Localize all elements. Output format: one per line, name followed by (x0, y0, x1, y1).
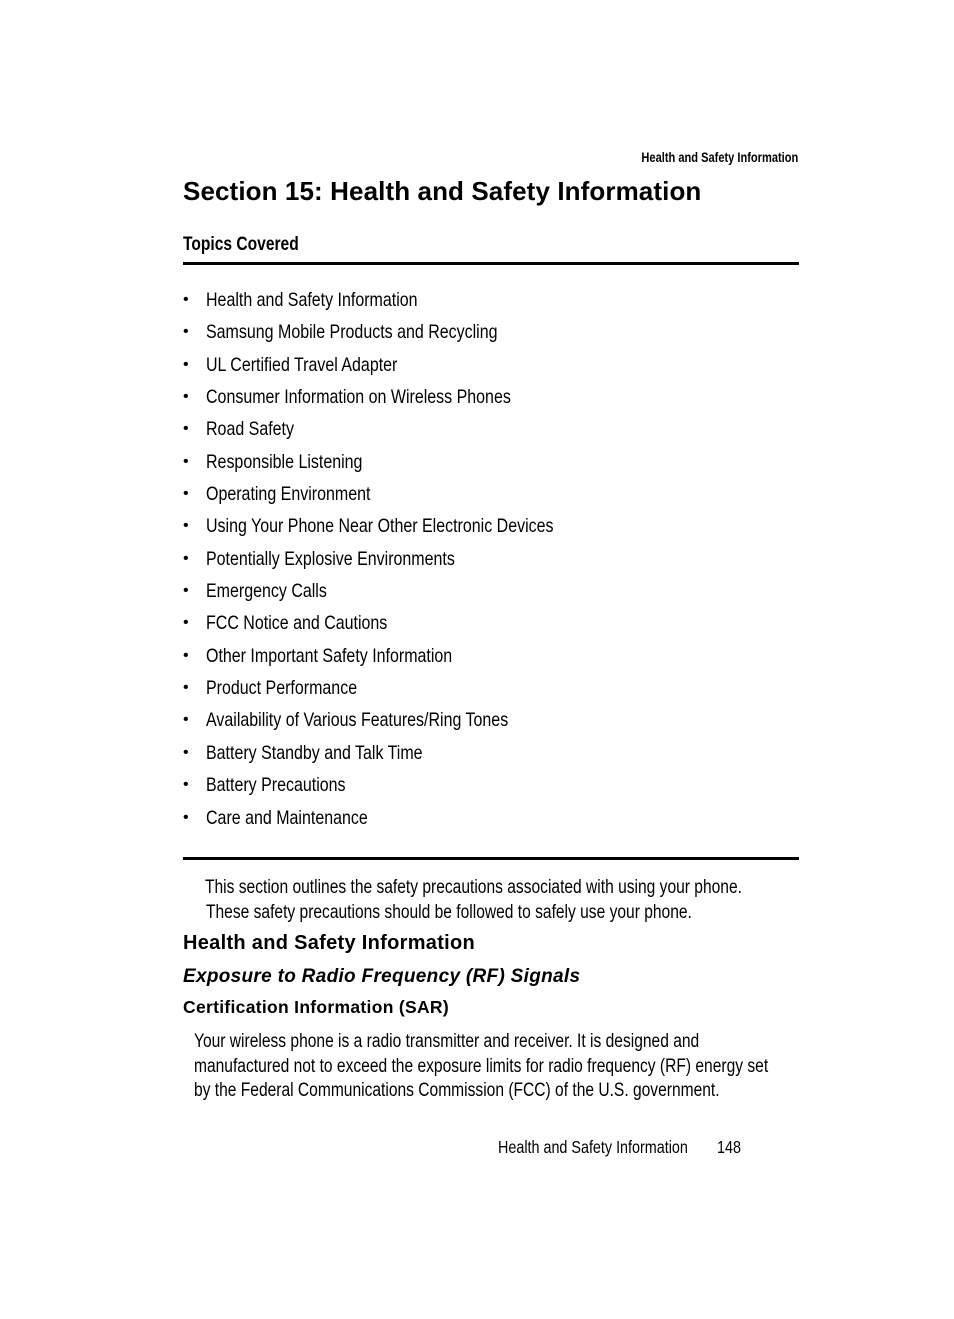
topic-label: Care and Maintenance (206, 806, 368, 829)
topic-label: Consumer Information on Wireless Phones (206, 386, 511, 409)
topic-label: Potentially Explosive Environments (206, 547, 455, 570)
bullet-icon: • (183, 711, 189, 729)
divider-top (183, 262, 799, 265)
topics-heading: Topics Covered (183, 234, 324, 256)
topic-label: Battery Precautions (206, 774, 346, 797)
topic-label: Battery Standby and Talk Time (206, 741, 423, 764)
bullet-icon: • (183, 452, 189, 470)
bullet-icon: • (183, 485, 189, 503)
footer-section-label: Health and Safety Information (498, 1137, 730, 1158)
bullet-icon: • (183, 355, 189, 373)
topic-label: Emergency Calls (206, 580, 327, 603)
body-line: Your wireless phone is a radio transmitt… (194, 1031, 700, 1052)
bullet-icon: • (183, 549, 189, 567)
topic-label: FCC Notice and Cautions (206, 612, 388, 635)
body-line: manufactured not to exceed the exposure … (194, 1055, 769, 1077)
page-number: 148 (717, 1137, 746, 1158)
running-header-text: Health and Safety Information (641, 150, 798, 165)
topics-heading-text: Topics Covered (183, 234, 299, 255)
section-title-text: Section 15: Health and Safety Informatio… (183, 176, 702, 206)
bullet-icon: • (183, 291, 189, 308)
bullet-icon: • (183, 679, 189, 697)
bullet-icon: • (183, 776, 189, 794)
bullet-icon: • (183, 420, 189, 438)
heading-text: Certification Information (SAR) (183, 997, 449, 1017)
bullet-icon: • (183, 388, 189, 406)
intro-line: This section outlines the safety precaut… (205, 877, 742, 898)
heading-sar-certification: Certification Information (SAR) (183, 997, 449, 1018)
topic-label: Responsible Listening (206, 450, 363, 473)
bullet-icon: • (183, 808, 189, 826)
bullet-icon: • (183, 323, 189, 341)
topic-label: UL Certified Travel Adapter (206, 353, 398, 376)
heading-text: Exposure to Radio Frequency (RF) Signals (183, 966, 581, 987)
bullet-icon: • (183, 582, 189, 600)
page-number-text: 148 (717, 1137, 741, 1157)
bullet-icon: • (183, 517, 189, 535)
topic-label: Road Safety (206, 418, 295, 441)
topic-label: Other Important Safety Information (206, 644, 453, 667)
topic-label: Health and Safety Information (206, 289, 418, 311)
bullet-icon: • (183, 614, 189, 632)
topic-label: Product Performance (206, 677, 358, 700)
topic-label: Samsung Mobile Products and Recycling (206, 321, 498, 344)
divider-bottom (183, 857, 799, 860)
topic-label: Using Your Phone Near Other Electronic D… (206, 515, 554, 538)
bullet-icon: • (183, 743, 189, 761)
body-paragraph: Your wireless phone is a radio transmitt… (194, 1030, 894, 1104)
intro-line: These safety precautions should be follo… (206, 902, 692, 923)
footer-label-text: Health and Safety Information (498, 1137, 688, 1157)
running-header: Health and Safety Information (607, 150, 798, 165)
body-line: by the Federal Communications Commission… (194, 1080, 720, 1101)
topic-label: Availability of Various Features/Ring To… (206, 709, 509, 732)
intro-paragraph: This section outlines the safety precaut… (205, 875, 860, 925)
heading-text: Health and Safety Information (183, 932, 476, 954)
heading-rf-exposure: Exposure to Radio Frequency (RF) Signals (183, 966, 580, 988)
bullet-icon: • (183, 646, 189, 664)
heading-health-safety: Health and Safety Information (183, 932, 475, 955)
page-title: Section 15: Health and Safety Informatio… (183, 176, 701, 207)
topic-label: Operating Environment (206, 483, 371, 506)
